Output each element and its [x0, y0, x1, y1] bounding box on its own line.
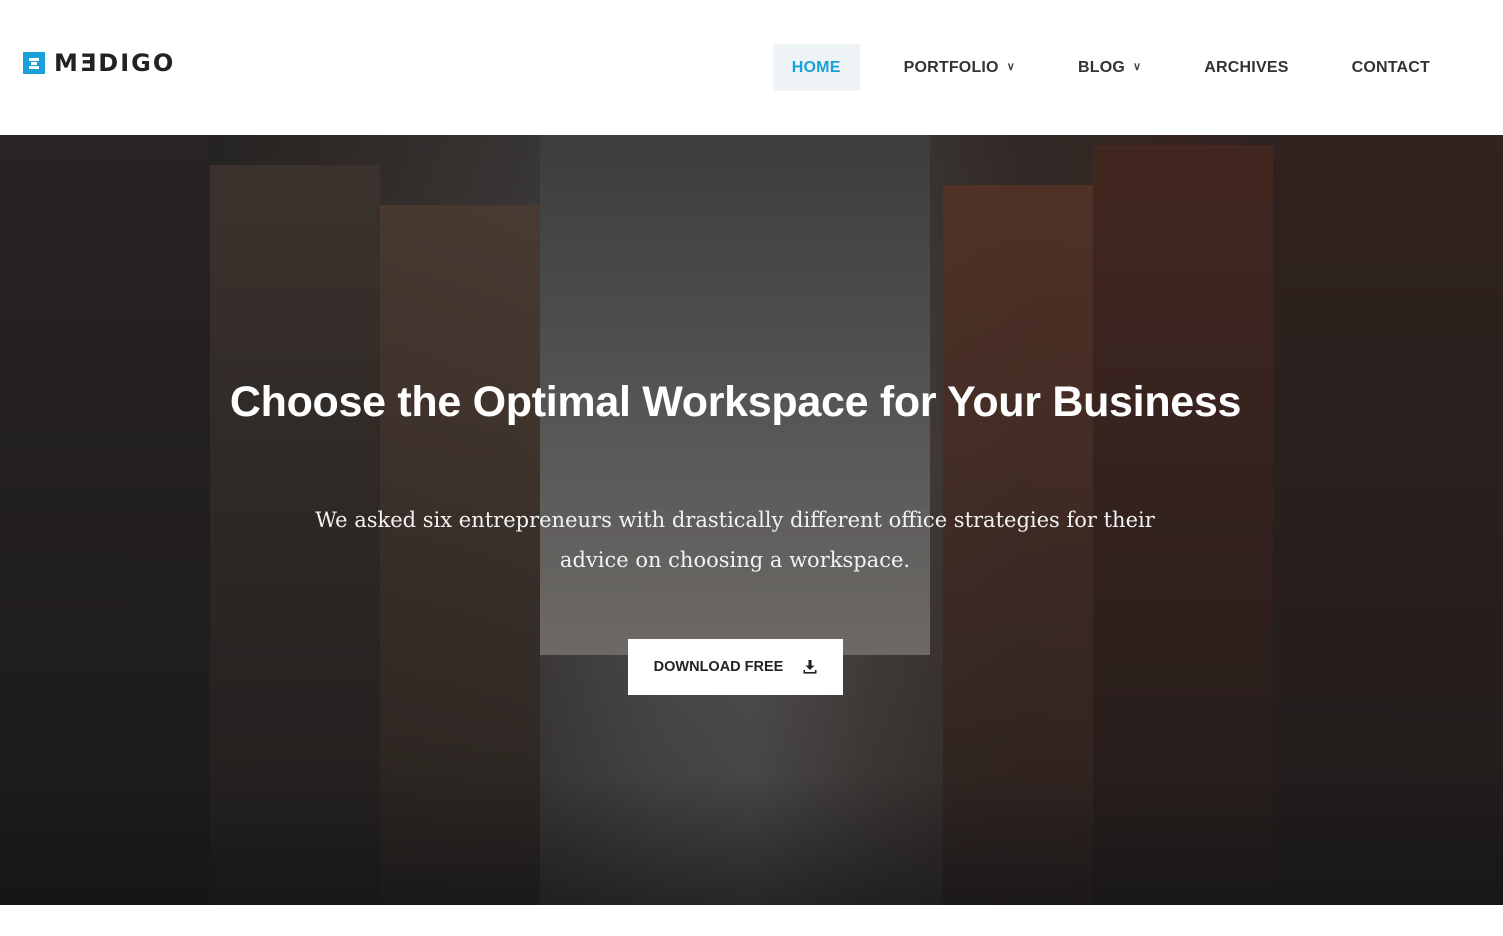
nav-item-blog[interactable]: BLOG ∨ — [1059, 44, 1160, 91]
nav-item-label: CONTACT — [1351, 58, 1430, 76]
nav-item-portfolio[interactable]: PORTFOLIO ∨ — [885, 44, 1034, 91]
nav-item-label: PORTFOLIO — [903, 58, 999, 76]
logo-mark-icon — [23, 52, 45, 74]
main-nav: HOME PORTFOLIO ∨ BLOG ∨ ARCHIVES CONTACT — [772, 44, 1449, 91]
nav-item-label: BLOG — [1077, 58, 1126, 76]
logo-text: MƎDIGO — [54, 49, 176, 77]
nav-item-home[interactable]: HOME — [772, 44, 860, 91]
download-free-button[interactable]: DOWNLOAD FREE — [628, 639, 843, 695]
chevron-down-icon: ∨ — [1133, 61, 1142, 73]
nav-item-contact[interactable]: CONTACT — [1333, 44, 1449, 91]
chevron-down-icon: ∨ — [1006, 61, 1015, 73]
site-header: MƎDIGO HOME PORTFOLIO ∨ BLOG ∨ ARCHIVES … — [0, 0, 1503, 135]
nav-item-label: HOME — [791, 58, 841, 76]
hero-title: Choose the Optimal Workspace for Your Bu… — [229, 378, 1242, 426]
logo[interactable]: MƎDIGO — [23, 49, 176, 77]
nav-item-label: ARCHIVES — [1204, 58, 1289, 76]
hero-subtitle: We asked six entrepreneurs with drastica… — [315, 508, 1155, 572]
download-button-label: DOWNLOAD FREE — [653, 659, 784, 675]
nav-item-archives[interactable]: ARCHIVES — [1185, 44, 1307, 91]
download-icon — [803, 660, 817, 674]
hero-section: Choose the Optimal Workspace for Your Bu… — [0, 135, 1503, 905]
